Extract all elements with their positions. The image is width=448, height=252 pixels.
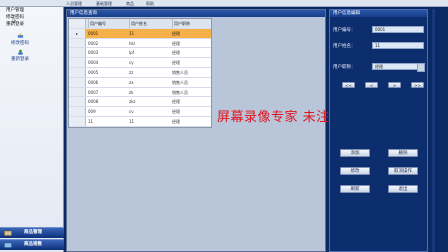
table-cell: zz	[129, 69, 134, 75]
col-header-user-id[interactable]: 用户编号	[88, 19, 128, 28]
nav-goods-sales[interactable]: 商品销售	[0, 239, 64, 250]
right-edge-strip	[432, 9, 435, 252]
menu-item-people[interactable]: 人员管理	[66, 1, 82, 7]
table-cell: 0005	[88, 69, 99, 75]
col-header-user-role[interactable]: 用户职称	[172, 19, 212, 28]
user-name-label: 用户姓名：	[333, 44, 356, 49]
table-cell: 销售人员	[172, 69, 188, 75]
table-cell: zkz	[129, 99, 136, 105]
menu-item-basic[interactable]: 基础管理	[96, 1, 112, 7]
goods-icon	[4, 230, 12, 236]
table-cell: 经理	[172, 40, 180, 46]
nav-label: 商品管理	[24, 230, 42, 235]
table-cell: hkl	[129, 40, 135, 46]
table-cell: 0003	[88, 50, 99, 56]
table-cell: 经理	[172, 118, 180, 124]
table-row[interactable]: 0008 zkz 经理	[69, 97, 211, 108]
user-grid: 用户编号 用户姓名 用户职称 ▸ 0001 11 经理 0002 hkl 经理 0003 lpf…	[68, 18, 212, 128]
mouse-cursor-icon	[12, 17, 16, 23]
shortcut-change-password[interactable]: 修改密码	[5, 33, 35, 46]
table-cell: lpf	[129, 50, 135, 56]
table-cell: 经理	[172, 30, 180, 36]
grid-body: ▸ 0001 11 经理 0002 hkl 经理 0003 lpf 经理 0004 cy 经理 0005 z…	[69, 28, 211, 127]
login-icon	[17, 49, 23, 55]
row-header[interactable]	[69, 67, 86, 77]
user-id-label: 用户编号：	[333, 28, 356, 33]
modify-button[interactable]: 修改	[340, 167, 370, 175]
user-name-field[interactable]: 11	[372, 42, 424, 49]
row-header[interactable]: ▸	[69, 28, 86, 38]
user-id-field[interactable]: 0001	[372, 26, 424, 33]
nav-label: 商品销售	[24, 242, 42, 247]
add-button[interactable]: 添加	[340, 149, 370, 157]
shortcut-relogin[interactable]: 重新登录	[5, 49, 35, 62]
row-header[interactable]	[69, 38, 86, 48]
next-record-button[interactable]: >	[388, 82, 401, 88]
table-cell: 经理	[172, 99, 180, 105]
table-row[interactable]: 11 11 经理	[69, 116, 211, 127]
row-header[interactable]	[69, 77, 86, 87]
watermark-text: 屏幕录像专家 未注册	[217, 110, 344, 125]
user-query-panel: 用户信息查询 用户编号 用户姓名 用户职称 ▸ 0001 11 经理 0002 hkl 经理…	[66, 9, 343, 252]
table-cell: 经理	[172, 50, 180, 56]
form-panel-title: 用户信息编辑	[330, 10, 427, 17]
table-row[interactable]: 0006 zx 销售人员	[69, 77, 211, 88]
shortcut-label: 重新登录	[11, 57, 29, 62]
sales-icon	[4, 242, 12, 248]
table-cell: zk	[129, 89, 134, 95]
shortcut-label: 修改密码	[11, 41, 29, 46]
table-cell: 11	[129, 30, 135, 36]
menu-item-goods[interactable]: 商品	[126, 1, 134, 7]
row-header[interactable]	[69, 97, 86, 107]
table-cell: 11	[88, 118, 94, 124]
col-header-user-name[interactable]: 用户姓名	[129, 19, 171, 28]
exit-button[interactable]: 退出	[388, 185, 418, 193]
row-header[interactable]	[69, 48, 86, 58]
row-header[interactable]	[69, 107, 86, 116]
menu-item-help[interactable]: 帮助	[146, 1, 154, 7]
table-cell: cv	[129, 109, 134, 115]
user-role-label: 用户职称：	[333, 65, 356, 70]
left-nav-panel: 用户管理 修改密码 重新登录 修改密码 重新登录 商品管理 商品销售	[0, 7, 64, 252]
first-record-button[interactable]: <<	[342, 82, 355, 88]
row-header[interactable]	[69, 58, 86, 67]
cancel-button[interactable]: 取消操作	[388, 167, 418, 175]
user-role-select[interactable]: 经理	[372, 63, 425, 72]
table-row[interactable]: 009 cv 经理	[69, 107, 211, 117]
table-row[interactable]: ▸ 0001 11 经理	[69, 28, 211, 39]
table-cell: 0002	[88, 40, 99, 46]
grid-panel-title: 用户信息查询	[67, 10, 325, 17]
refresh-button[interactable]: 刷新	[340, 185, 370, 193]
table-cell: 0004	[88, 60, 99, 66]
user-edit-panel: 用户信息编辑 用户编号： 0001 用户姓名： 11 用户职称： 经理 << <…	[329, 9, 428, 252]
row-header[interactable]	[69, 116, 86, 126]
menu-user-management[interactable]: 用户管理	[6, 7, 24, 13]
table-cell: 11	[129, 118, 135, 124]
table-cell: 0001	[88, 30, 99, 36]
table-row[interactable]: 0007 zk 销售人员	[69, 87, 211, 98]
row-header[interactable]	[69, 87, 86, 97]
table-cell: 经理	[172, 109, 180, 115]
table-row[interactable]: 0005 zz 销售人员	[69, 67, 211, 78]
pencil-icon	[17, 33, 23, 38]
menu-bar: 人员管理 基础管理 商品 帮助	[0, 0, 448, 7]
table-row[interactable]: 0002 hkl 经理	[69, 38, 211, 49]
table-cell: 0007	[88, 89, 99, 95]
delete-button[interactable]: 删除	[388, 149, 418, 157]
table-cell: cy	[129, 60, 134, 66]
grid-header-row: 用户编号 用户姓名 用户职称	[69, 19, 211, 29]
table-cell: 0008	[88, 99, 99, 105]
table-cell: zx	[129, 79, 134, 85]
prev-record-button[interactable]: <	[365, 82, 378, 88]
table-cell: 销售人员	[172, 89, 188, 95]
nav-goods-management[interactable]: 商品管理	[0, 227, 64, 238]
table-cell: 销售人员	[172, 79, 188, 85]
table-cell: 009	[88, 109, 96, 115]
table-cell: 0006	[88, 79, 99, 85]
table-cell: 经理	[172, 60, 180, 66]
last-record-button[interactable]: >>	[411, 82, 424, 88]
table-row[interactable]: 0003 lpf 经理	[69, 48, 211, 59]
table-row[interactable]: 0004 cy 经理	[69, 58, 211, 68]
